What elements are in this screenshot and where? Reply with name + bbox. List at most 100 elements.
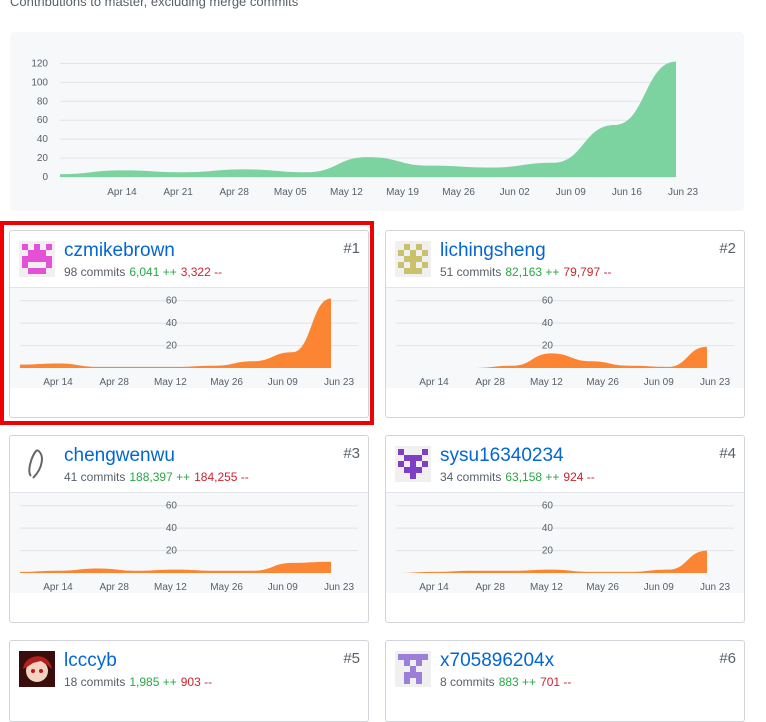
commit-count[interactable]: 41 commits [64, 470, 125, 484]
contributor-activity-svg: 20 40 60 Apr 14 Apr 28 May 12 May 26 Jun 09 Jun … [20, 501, 358, 593]
x-tick-label: Jun 09 [644, 582, 674, 593]
x-tick-label: May 12 [330, 187, 363, 198]
deletions-count: 903 -- [180, 675, 213, 689]
contributor-area [20, 298, 331, 368]
deletions-count: 79,797 -- [563, 265, 612, 279]
additions-count: 883 ++ [498, 675, 537, 689]
y-tick-label: 40 [166, 523, 178, 534]
commit-count[interactable]: 8 commits [440, 675, 495, 689]
x-tick-label: Jun 16 [612, 187, 642, 198]
contributor-stats: 18 commits 1,985 ++ 903 -- [64, 675, 212, 689]
additions-count: 63,158 ++ [505, 470, 560, 484]
y-tick-label: 20 [542, 546, 554, 557]
avatar[interactable] [395, 241, 431, 277]
contributor-username-link[interactable]: lichingsheng [440, 240, 546, 262]
avatar[interactable] [395, 446, 431, 482]
contributor-username-link[interactable]: x705896204x [440, 650, 554, 672]
contributor-header: czmikebrown 98 commits 6,041 ++ 3,322 -- #1 [10, 231, 368, 287]
contributor-rank: #6 [719, 650, 736, 667]
x-tick-label: Apr 28 [219, 187, 249, 198]
contributor-card: sysu16340234 34 commits 63,158 ++ 924 -- #4 2… [385, 435, 745, 623]
y-tick-label: 60 [166, 501, 178, 512]
commit-count[interactable]: 18 commits [64, 675, 125, 689]
contributor-stats: 34 commits 63,158 ++ 924 -- [440, 470, 595, 484]
contributor-rank: #4 [719, 445, 736, 462]
deletions-count: 701 -- [540, 675, 572, 689]
commit-count[interactable]: 98 commits [64, 265, 125, 279]
y-tick-label: 20 [37, 153, 49, 164]
x-tick-label: May 12 [154, 377, 187, 388]
contributor-stats: 8 commits 883 ++ 701 -- [440, 675, 571, 689]
y-tick-label: 40 [166, 318, 178, 329]
x-tick-label: May 26 [586, 377, 619, 388]
y-tick-label: 40 [542, 523, 554, 534]
contributor-card: lichingsheng 51 commits 82,163 ++ 79,797 --… [385, 230, 745, 418]
contributor-activity-svg: 20 40 60 Apr 14 Apr 28 May 12 May 26 Jun 09 Jun … [396, 296, 734, 388]
y-tick-label: 20 [166, 341, 178, 352]
x-tick-label: May 12 [530, 582, 563, 593]
x-tick-label: Jun 23 [700, 377, 730, 388]
x-tick-label: Jun 23 [668, 187, 698, 198]
y-tick-label: 0 [42, 172, 48, 183]
contributor-rank: #5 [343, 650, 360, 667]
additions-count: 6,041 ++ [129, 265, 177, 279]
contributor-stats: 41 commits 188,397 ++ 184,255 -- [64, 470, 249, 484]
x-tick-label: Jun 09 [644, 377, 674, 388]
page-subtitle: Contributions to master, excluding merge… [10, 0, 299, 9]
contributor-header: x705896204x 8 commits 883 ++ 701 -- #6 [386, 641, 744, 697]
x-tick-label: Jun 09 [556, 187, 586, 198]
x-tick-label: Jun 02 [500, 187, 530, 198]
x-tick-label: Jun 09 [268, 377, 298, 388]
y-tick-label: 60 [542, 296, 554, 307]
x-tick-label: Apr 21 [163, 187, 193, 198]
deletions-count: 3,322 -- [180, 265, 223, 279]
deletions-count: 924 -- [563, 470, 595, 484]
x-tick-label: Apr 28 [475, 377, 505, 388]
contributor-username-link[interactable]: sysu16340234 [440, 445, 564, 467]
avatar[interactable] [395, 651, 431, 687]
commit-count[interactable]: 34 commits [440, 470, 501, 484]
x-tick-label: Apr 14 [43, 377, 73, 388]
contributor-header: chengwenwu 41 commits 188,397 ++ 184,255 --… [10, 436, 368, 492]
x-tick-label: Jun 23 [324, 377, 354, 388]
contributions-chart-svg: 0 20 40 60 80 100 120 Apr 14 Apr 21 Apr 28 May 05 M… [31, 58, 698, 198]
y-tick-label: 120 [31, 58, 48, 69]
contributor-username-link[interactable]: lcccyb [64, 650, 117, 672]
x-tick-label: Jun 23 [700, 582, 730, 593]
contributor-area [20, 561, 331, 573]
y-tick-label: 20 [542, 341, 554, 352]
contributor-stats: 51 commits 82,163 ++ 79,797 -- [440, 265, 611, 279]
x-tick-label: Jun 09 [268, 582, 298, 593]
x-tick-label: Apr 28 [475, 582, 505, 593]
y-tick-label: 60 [166, 296, 178, 307]
avatar[interactable] [19, 446, 55, 482]
contributor-activity-chart: 20 40 60 Apr 14 Apr 28 May 12 May 26 Jun 09 Jun … [386, 492, 744, 593]
x-tick-label: May 26 [210, 377, 243, 388]
x-tick-label: Apr 28 [99, 582, 129, 593]
y-tick-label: 60 [37, 115, 49, 126]
x-tick-label: May 26 [586, 582, 619, 593]
x-tick-label: May 26 [442, 187, 475, 198]
y-tick-label: 20 [166, 546, 178, 557]
additions-count: 188,397 ++ [129, 470, 191, 484]
avatar[interactable] [19, 651, 55, 687]
contributor-rank: #2 [719, 240, 736, 257]
commit-count[interactable]: 51 commits [440, 265, 501, 279]
x-tick-label: Apr 14 [419, 582, 449, 593]
contributor-header: sysu16340234 34 commits 63,158 ++ 924 -- #4 [386, 436, 744, 492]
contributor-rank: #1 [343, 240, 360, 257]
contributor-username-link[interactable]: czmikebrown [64, 240, 175, 262]
contributor-rank: #3 [343, 445, 360, 462]
contributor-stats: 98 commits 6,041 ++ 3,322 -- [64, 265, 222, 279]
contributor-activity-chart: 20 40 60 Apr 14 Apr 28 May 12 May 26 Jun 09 Jun … [386, 287, 744, 388]
x-tick-label: Apr 14 [419, 377, 449, 388]
avatar[interactable] [19, 241, 55, 277]
contributor-card: chengwenwu 41 commits 188,397 ++ 184,255 --… [9, 435, 369, 623]
x-tick-label: May 12 [530, 377, 563, 388]
contributions-area [60, 61, 676, 177]
deletions-count: 184,255 -- [194, 470, 249, 484]
contributions-chart: 0 20 40 60 80 100 120 Apr 14 Apr 21 Apr 28 May 05 M… [10, 32, 744, 211]
contributor-username-link[interactable]: chengwenwu [64, 445, 175, 467]
y-tick-label: 40 [542, 318, 554, 329]
additions-count: 82,163 ++ [505, 265, 560, 279]
